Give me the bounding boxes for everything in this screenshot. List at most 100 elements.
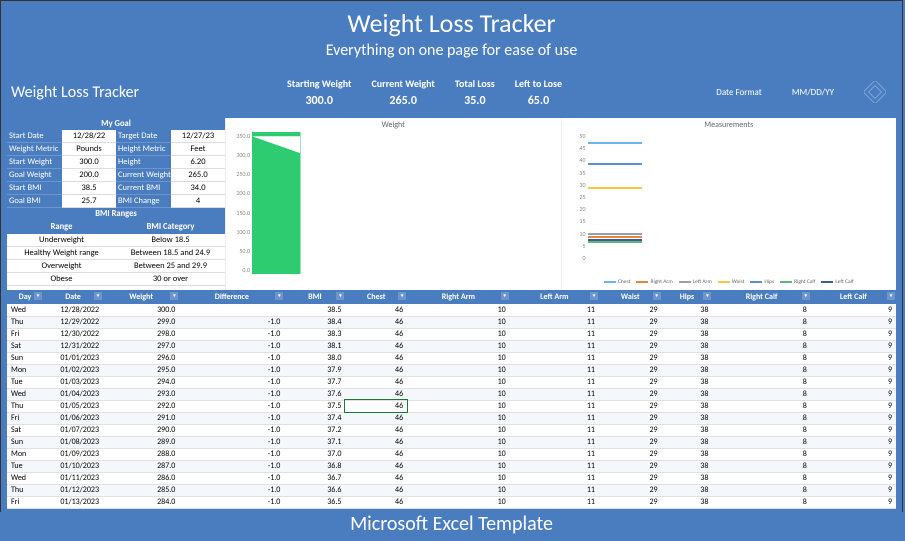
table-row[interactable]: Thu01/05/2023292.0-1.037.5461011293889 [7,400,896,412]
filter-icon[interactable]: ▾ [501,292,509,300]
cell[interactable]: 29 [599,364,662,376]
col-header[interactable]: Date▾ [43,290,103,304]
cell[interactable]: -1.0 [179,352,284,364]
filter-icon[interactable]: ▾ [398,292,406,300]
col-header[interactable]: Right Arm▾ [407,290,510,304]
cell[interactable]: 8 [712,448,810,460]
cell[interactable]: 46 [345,304,407,316]
cell[interactable] [179,304,284,316]
cell[interactable]: -1.0 [179,328,284,340]
cell[interactable]: 289.0 [103,436,179,448]
cell[interactable]: 290.0 [103,424,179,436]
table-row[interactable]: Tue01/03/2023294.0-1.037.7461011293889 [7,376,896,388]
cell[interactable]: 292.0 [103,400,179,412]
cell[interactable]: 10 [407,316,510,328]
cell[interactable]: 46 [345,364,407,376]
data-table[interactable]: Day▾Date▾Weight▾Difference▾BMI▾Chest▾Rig… [7,290,896,509]
cell[interactable]: 46 [345,400,407,412]
cell[interactable]: 37.0 [284,448,345,460]
cell[interactable]: 10 [407,304,510,316]
cell[interactable]: -1.0 [179,376,284,388]
cell[interactable]: 11 [510,412,599,424]
cell[interactable]: 29 [599,352,662,364]
goal-value[interactable]: Pounds [62,143,116,156]
cell[interactable]: 29 [599,472,662,484]
filter-icon[interactable]: ▾ [336,292,344,300]
cell[interactable]: -1.0 [179,340,284,352]
table-row[interactable]: Sat12/31/2022297.0-1.038.1461011293889 [7,340,896,352]
cell[interactable]: 291.0 [103,412,179,424]
cell[interactable]: 38 [662,400,713,412]
table-row[interactable]: Mon01/09/2023288.0-1.037.0461011293889 [7,448,896,460]
cell[interactable]: 9 [811,484,896,496]
cell[interactable]: 29 [599,340,662,352]
cell[interactable]: 01/08/2023 [43,436,103,448]
cell[interactable]: 11 [510,424,599,436]
cell[interactable]: 46 [345,448,407,460]
col-header[interactable]: Day▾ [7,290,43,304]
cell[interactable]: 38 [662,316,713,328]
cell[interactable]: 10 [407,412,510,424]
filter-icon[interactable]: ▾ [887,292,895,300]
cell[interactable]: Thu [7,316,43,328]
cell[interactable]: 38 [662,424,713,436]
cell[interactable]: Tue [7,376,43,388]
cell[interactable]: 8 [712,340,810,352]
cell[interactable]: 11 [510,340,599,352]
table-row[interactable]: Sun01/01/2023296.0-1.038.0461011293889 [7,352,896,364]
cell[interactable]: 9 [811,304,896,316]
chart-measurements[interactable]: Measurements 50454035302520151050 ChestR… [561,118,897,290]
cell[interactable]: 01/09/2023 [43,448,103,460]
cell[interactable]: 9 [811,460,896,472]
cell[interactable]: 8 [712,484,810,496]
cell[interactable]: 38 [662,472,713,484]
cell[interactable]: 8 [712,460,810,472]
cell[interactable]: 37.9 [284,364,345,376]
cell[interactable]: 11 [510,460,599,472]
cell[interactable]: 284.0 [103,496,179,508]
cell[interactable]: 01/11/2023 [43,472,103,484]
cell[interactable]: 29 [599,304,662,316]
cell[interactable]: 295.0 [103,364,179,376]
goal-value[interactable]: 38.5 [62,182,116,195]
cell[interactable]: 29 [599,424,662,436]
cell[interactable]: 12/31/2022 [43,340,103,352]
cell[interactable]: 8 [712,316,810,328]
cell[interactable]: 9 [811,472,896,484]
cell[interactable]: 288.0 [103,448,179,460]
cell[interactable]: 46 [345,484,407,496]
cell[interactable]: 8 [712,364,810,376]
worksheet[interactable]: Weight Loss Tracker Starting Weight 300.… [7,66,896,509]
cell[interactable]: 11 [510,316,599,328]
cell[interactable]: -1.0 [179,388,284,400]
cell[interactable]: 38 [662,496,713,508]
goal-value[interactable]: 25.7 [62,195,116,208]
cell[interactable]: Sun [7,436,43,448]
cell[interactable]: 46 [345,496,407,508]
cell[interactable]: -1.0 [179,484,284,496]
goal-value[interactable]: 265.0 [171,169,225,182]
cell[interactable]: 8 [712,424,810,436]
cell[interactable]: 9 [811,376,896,388]
filter-icon[interactable]: ▾ [590,292,598,300]
cell[interactable]: 10 [407,376,510,388]
cell[interactable]: 36.8 [284,460,345,472]
cell[interactable]: 46 [345,472,407,484]
cell[interactable]: 11 [510,484,599,496]
cell[interactable]: -1.0 [179,412,284,424]
cell[interactable]: 46 [345,388,407,400]
cell[interactable]: 293.0 [103,388,179,400]
table-row[interactable]: Fri01/06/2023291.0-1.037.4461011293889 [7,412,896,424]
cell[interactable]: 01/01/2023 [43,352,103,364]
cell[interactable]: 297.0 [103,340,179,352]
cell[interactable]: 01/10/2023 [43,460,103,472]
cell[interactable]: 10 [407,448,510,460]
cell[interactable]: 37.5 [284,400,345,412]
cell[interactable]: 10 [407,460,510,472]
filter-icon[interactable]: ▾ [653,292,661,300]
cell[interactable]: 29 [599,412,662,424]
col-header[interactable]: Weight▾ [103,290,179,304]
cell[interactable]: Sat [7,340,43,352]
cell[interactable]: 01/03/2023 [43,376,103,388]
cell[interactable]: 10 [407,496,510,508]
